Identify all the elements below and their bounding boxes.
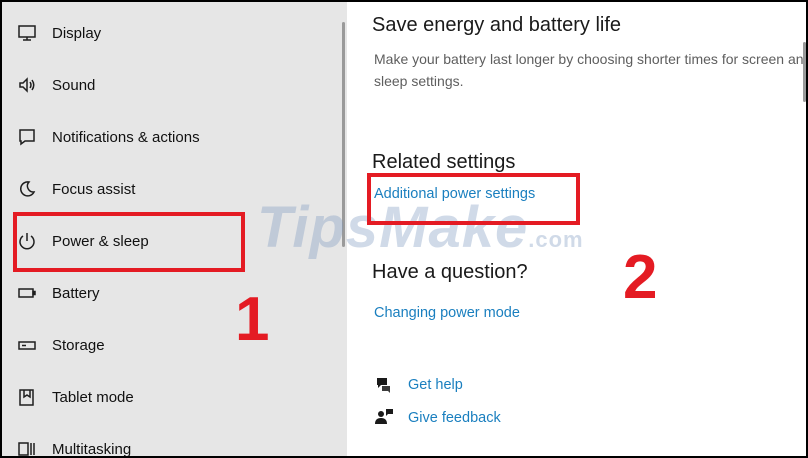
energy-section-title: Save energy and battery life (372, 14, 622, 36)
multitasking-icon (16, 438, 38, 456)
sidebar-item-label: Sound (52, 76, 96, 94)
give-feedback-link[interactable]: Give feedback (408, 410, 501, 426)
sidebar-item-multitasking[interactable]: Multitasking (2, 429, 332, 458)
sidebar-item-notifications[interactable]: Notifications & actions (2, 117, 332, 157)
storage-icon (16, 334, 38, 356)
sidebar-item-tablet-mode[interactable]: Tablet mode (2, 377, 332, 417)
changing-power-mode-link[interactable]: Changing power mode (374, 305, 520, 321)
tablet-icon (16, 386, 38, 408)
get-help-icon (374, 375, 394, 395)
settings-content: Save energy and battery life Make your b… (347, 2, 808, 456)
give-feedback-icon (374, 407, 394, 427)
energy-description: Make your battery last longer by choosin… (374, 51, 808, 89)
sidebar-item-focus-assist[interactable]: Focus assist (2, 169, 332, 209)
sidebar-item-battery[interactable]: Battery (2, 273, 332, 313)
related-settings-title: Related settings (372, 151, 516, 173)
moon-icon (16, 178, 38, 200)
screenshot-frame: Display Sound Notifications & actions Fo… (0, 0, 808, 458)
sidebar-item-label: Tablet mode (52, 388, 134, 406)
content-scrollbar[interactable] (803, 42, 806, 102)
speaker-icon (16, 74, 38, 96)
step-number-2: 2 (623, 243, 658, 312)
battery-icon (16, 282, 38, 304)
sidebar-item-label: Multitasking (52, 440, 132, 458)
notification-icon (16, 126, 38, 148)
sidebar-item-label: Notifications & actions (52, 128, 200, 146)
sidebar-item-sound[interactable]: Sound (2, 65, 332, 105)
sidebar-item-label: Display (52, 24, 102, 42)
highlight-box-power-sleep (13, 212, 245, 272)
highlight-box-additional-power (367, 173, 580, 225)
get-help-link[interactable]: Get help (408, 377, 463, 393)
monitor-icon (16, 22, 38, 44)
sidebar-item-label: Battery (52, 284, 100, 302)
step-number-1: 1 (235, 285, 270, 354)
sidebar-scrollbar[interactable] (342, 22, 345, 247)
question-section-title: Have a question? (372, 261, 528, 283)
sidebar-item-storage[interactable]: Storage (2, 325, 332, 365)
sidebar-item-label: Storage (52, 336, 105, 354)
sidebar-item-display[interactable]: Display (2, 13, 332, 53)
sidebar-item-label: Focus assist (52, 180, 136, 198)
